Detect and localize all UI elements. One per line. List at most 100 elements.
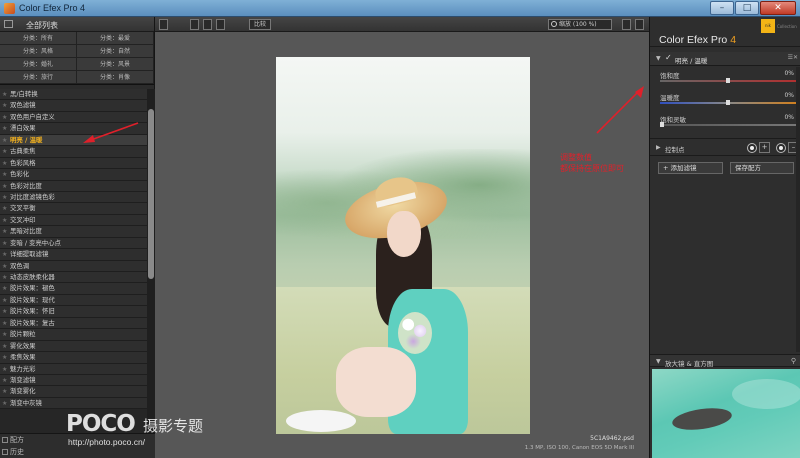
- favorite-star-icon[interactable]: ★: [2, 169, 7, 180]
- slider-handle[interactable]: [660, 122, 664, 127]
- add-filter-button[interactable]: + 添加滤镜: [658, 162, 723, 174]
- filter-list-item[interactable]: ★ 双色用户自定义: [0, 111, 147, 124]
- favorite-star-icon[interactable]: ★: [2, 181, 7, 192]
- maximize-button[interactable]: □: [735, 1, 759, 15]
- background-white-icon[interactable]: [622, 19, 631, 30]
- loupe-header[interactable]: ▼ 放大镜 & 直方图 ⚲: [650, 354, 800, 368]
- slider-handle[interactable]: [726, 100, 730, 105]
- favorite-star-icon[interactable]: ★: [2, 364, 7, 375]
- favorite-star-icon[interactable]: ★: [2, 272, 7, 283]
- single-view-icon[interactable]: [190, 19, 199, 30]
- active-filter-header[interactable]: ▼ ✓ 明亮 / 温暖 ☰✕: [650, 52, 800, 66]
- favorite-star-icon[interactable]: ★: [2, 249, 7, 260]
- filter-enabled-checkmark-icon[interactable]: ✓: [665, 53, 672, 62]
- favorite-star-icon[interactable]: ★: [2, 135, 7, 146]
- favorite-star-icon[interactable]: ★: [2, 215, 7, 226]
- filter-menu-icon[interactable]: ☰✕: [788, 54, 798, 61]
- category-button[interactable]: 分类：旅行: [0, 71, 77, 84]
- side-by-side-icon[interactable]: [216, 19, 225, 30]
- category-button[interactable]: 分类：最爱: [77, 32, 154, 45]
- filter-list-scrollbar[interactable]: [147, 89, 155, 434]
- filter-list-item[interactable]: ★ 渐变雾化: [0, 386, 147, 398]
- slider-handle[interactable]: [726, 78, 730, 83]
- filter-list-item[interactable]: ★ 胶片效果：现代: [0, 294, 147, 307]
- filter-list-item[interactable]: ★ 胶片效果：复古: [0, 317, 147, 330]
- filter-list-item[interactable]: ★ 渐变滤镜: [0, 374, 147, 387]
- filter-list-title[interactable]: 全部列表: [26, 20, 58, 31]
- category-button[interactable]: 分类：婚礼: [0, 58, 77, 71]
- category-button[interactable]: 分类：风格: [0, 45, 77, 58]
- history-item[interactable]: 历史: [0, 446, 155, 458]
- filter-list-item[interactable]: ★ 色彩风格: [0, 157, 147, 170]
- slider-track[interactable]: [660, 124, 796, 126]
- favorite-star-icon[interactable]: ★: [2, 306, 7, 317]
- list-icon[interactable]: [4, 20, 13, 28]
- add-control-point-icon[interactable]: [747, 143, 757, 153]
- favorite-star-icon[interactable]: ★: [2, 123, 7, 134]
- filter-list-item[interactable]: ★ 渐变中灰镜: [0, 397, 147, 410]
- filter-list-item[interactable]: ★ 变暗 / 变亮中心点: [0, 237, 147, 250]
- minimize-button[interactable]: –: [710, 1, 734, 15]
- favorite-star-icon[interactable]: ★: [2, 341, 7, 352]
- category-button[interactable]: 分类：所有: [0, 32, 77, 45]
- compare-button[interactable]: 比较: [249, 19, 271, 30]
- favorite-star-icon[interactable]: ★: [2, 100, 7, 111]
- favorite-star-icon[interactable]: ★: [2, 295, 7, 306]
- filter-list-item[interactable]: ★ 交叉冲印: [0, 214, 147, 227]
- favorite-star-icon[interactable]: ★: [2, 158, 7, 169]
- filter-list-item[interactable]: ★ 交叉平衡: [0, 203, 147, 215]
- filter-list-item[interactable]: ★ 黑/白转换: [0, 89, 147, 101]
- filter-list-item[interactable]: ★ 双色调: [0, 260, 147, 272]
- filter-list-item[interactable]: ★ 古典柔焦: [0, 146, 147, 158]
- filter-list-item[interactable]: ★ 色彩对比度: [0, 180, 147, 192]
- filter-list-item[interactable]: ★ 胶片效果：褪色: [0, 283, 147, 295]
- filter-list-item[interactable]: ★ 对比度滤镜色彩: [0, 191, 147, 204]
- favorite-star-icon[interactable]: ★: [2, 386, 7, 397]
- scrollbar-thumb[interactable]: [148, 109, 154, 279]
- favorite-star-icon[interactable]: ★: [2, 283, 7, 294]
- favorite-star-icon[interactable]: ★: [2, 112, 7, 123]
- loupe-preview[interactable]: [652, 369, 800, 458]
- preview-image[interactable]: [276, 57, 530, 434]
- filter-list-item[interactable]: ★ 动态皮肤柔化器: [0, 272, 147, 284]
- favorite-star-icon[interactable]: ★: [2, 89, 7, 100]
- collapse-triangle-icon[interactable]: ▼: [656, 55, 661, 62]
- favorite-star-icon[interactable]: ★: [2, 329, 7, 340]
- category-button[interactable]: 分类：风景: [77, 58, 154, 71]
- filter-list-item[interactable]: ★ 魅力光彩: [0, 363, 147, 375]
- settings-scrollbar[interactable]: [796, 67, 800, 352]
- category-button[interactable]: 分类：自然: [77, 45, 154, 58]
- filter-list-item[interactable]: ★ 胶片效果：怀旧: [0, 306, 147, 318]
- zoom-select[interactable]: 缩放 (100 %): [548, 19, 612, 30]
- favorite-star-icon[interactable]: ★: [2, 375, 7, 386]
- filter-list-item[interactable]: ★ 胶片颗粒: [0, 329, 147, 341]
- filter-list-item[interactable]: ★ 双色滤镜: [0, 100, 147, 112]
- subtract-control-point-icon[interactable]: [776, 143, 786, 153]
- expand-triangle-icon[interactable]: ▶: [656, 144, 661, 151]
- favorite-star-icon[interactable]: ★: [2, 226, 7, 237]
- favorite-star-icon[interactable]: ★: [2, 261, 7, 272]
- pin-icon[interactable]: ⚲: [791, 357, 796, 365]
- plus-icon[interactable]: +: [759, 142, 770, 153]
- close-button[interactable]: ✕: [760, 1, 796, 15]
- filter-list-item[interactable]: ★ 色彩化: [0, 169, 147, 181]
- filter-list-item[interactable]: ★ 柔焦效果: [0, 352, 147, 364]
- background-black-icon[interactable]: [635, 19, 644, 30]
- filter-list-item[interactable]: ★ 雾化效果: [0, 340, 147, 353]
- favorite-star-icon[interactable]: ★: [2, 398, 7, 409]
- favorite-star-icon[interactable]: ★: [2, 203, 7, 214]
- favorite-star-icon[interactable]: ★: [2, 352, 7, 363]
- favorite-star-icon[interactable]: ★: [2, 238, 7, 249]
- save-recipe-button[interactable]: 保存配方: [730, 162, 794, 174]
- favorite-star-icon[interactable]: ★: [2, 146, 7, 157]
- filter-list-item[interactable]: ★ 漂白效果: [0, 123, 147, 135]
- category-button[interactable]: 分类：肖像: [77, 71, 154, 84]
- filter-list-item[interactable]: ★ 明亮 / 温暖: [0, 134, 147, 147]
- favorite-star-icon[interactable]: ★: [2, 318, 7, 329]
- hide-panel-icon[interactable]: [159, 19, 168, 30]
- favorite-star-icon[interactable]: ★: [2, 192, 7, 203]
- split-view-icon[interactable]: [203, 19, 212, 30]
- loupe-expand-icon[interactable]: ▼: [656, 358, 661, 365]
- filter-list-item[interactable]: ★ 详细提取滤镜: [0, 249, 147, 261]
- filter-list-item[interactable]: ★ 黑暗对比度: [0, 226, 147, 238]
